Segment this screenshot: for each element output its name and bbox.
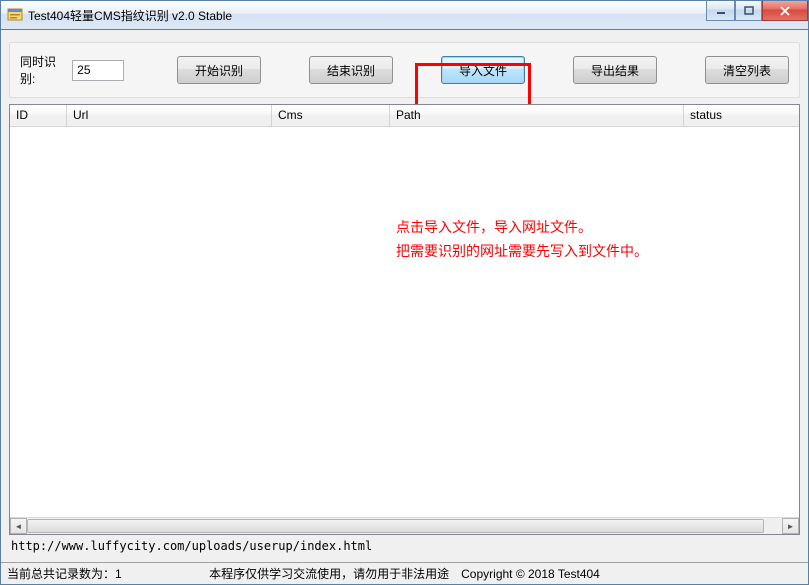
- export-button[interactable]: 导出结果: [573, 56, 657, 84]
- maximize-button[interactable]: [735, 1, 762, 21]
- horizontal-scrollbar[interactable]: ◄ ►: [10, 517, 799, 534]
- window-title: Test404轻量CMS指纹识别 v2.0 Stable: [28, 7, 232, 24]
- titlebar: Test404轻量CMS指纹识别 v2.0 Stable: [0, 0, 809, 30]
- clear-button[interactable]: 清空列表: [705, 56, 789, 84]
- list-header: ID Url Cms Path status: [10, 105, 799, 127]
- col-id[interactable]: ID: [10, 105, 67, 126]
- annotation-line1: 点击导入文件，导入网址文件。: [396, 216, 592, 238]
- col-url[interactable]: Url: [67, 105, 272, 126]
- stop-button[interactable]: 结束识别: [309, 56, 393, 84]
- list-body: [10, 127, 799, 517]
- app-icon: [7, 7, 23, 23]
- minimize-button[interactable]: [706, 1, 735, 21]
- annotation-line2: 把需要识别的网址需要先写入到文件中。: [396, 240, 648, 262]
- concurrent-label: 同时识别:: [20, 53, 62, 87]
- col-cms[interactable]: Cms: [272, 105, 390, 126]
- close-button[interactable]: [762, 1, 808, 21]
- window-controls: [706, 1, 808, 21]
- toolbar: 同时识别: 开始识别 结束识别 导入文件 导出结果 清空列表: [9, 42, 800, 98]
- scroll-right-icon[interactable]: ►: [782, 518, 799, 534]
- import-button[interactable]: 导入文件: [441, 56, 525, 84]
- scroll-left-icon[interactable]: ◄: [10, 518, 27, 534]
- scroll-track[interactable]: [27, 518, 782, 534]
- status-copyright: 本程序仅供学习交流使用，请勿用于非法用途 Copyright © 2018 Te…: [1, 565, 808, 582]
- col-path[interactable]: Path: [390, 105, 684, 126]
- status-record-count: 当前总共记录数为：1: [7, 565, 122, 582]
- scroll-thumb[interactable]: [27, 519, 764, 533]
- start-button[interactable]: 开始识别: [177, 56, 261, 84]
- url-display: http://www.luffycity.com/uploads/userup/…: [11, 539, 798, 553]
- concurrent-input[interactable]: [72, 60, 124, 81]
- client-area: 同时识别: 开始识别 结束识别 导入文件 导出结果 清空列表 ID Url Cm…: [0, 30, 809, 585]
- result-list[interactable]: ID Url Cms Path status ◄ ►: [9, 104, 800, 535]
- col-status[interactable]: status: [684, 105, 799, 126]
- status-bar: 当前总共记录数为：1 本程序仅供学习交流使用，请勿用于非法用途 Copyrigh…: [1, 562, 808, 584]
